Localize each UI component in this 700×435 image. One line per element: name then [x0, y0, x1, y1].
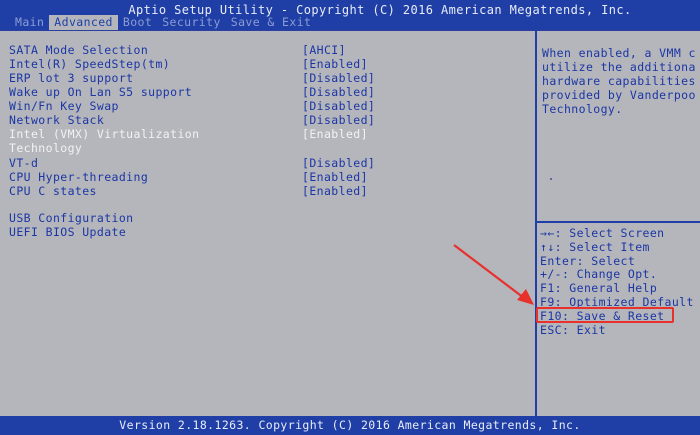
version-footer: Version 2.18.1263. Copyright (C) 2016 Am… — [0, 416, 700, 435]
annotation-arrow-icon — [453, 244, 534, 305]
